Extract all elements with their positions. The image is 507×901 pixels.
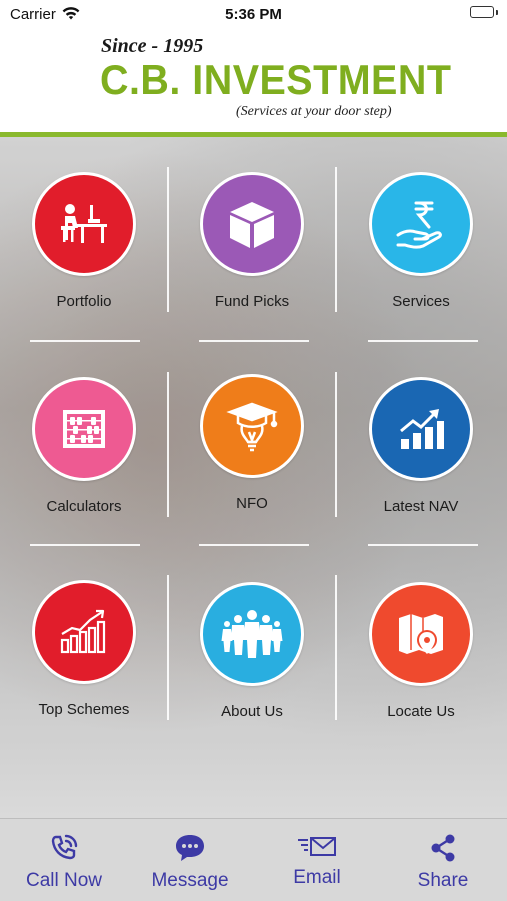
box-icon [200,172,304,276]
map-pin-icon [369,582,473,686]
call-now-button[interactable]: Call Now [1,819,127,901]
tile-latest-nav[interactable]: Latest NAV [349,377,499,552]
tile-label: Services [392,293,450,310]
nav-label: Call Now [25,870,103,891]
since-label: Since - 1995 [101,35,204,57]
brand-logo-text: C.B. INVESTMENT [100,56,452,103]
tile-label: NFO [236,495,268,512]
grid-divider [335,575,337,720]
tile-top-schemes[interactable]: Top Schemes [12,580,162,755]
clock: 5:36 PM [225,6,282,23]
tile-services[interactable]: Services [349,172,499,347]
battery-nub [496,10,498,15]
status-bar: Carrier 5:36 PM [0,0,507,30]
tile-calculators[interactable]: Calculators [12,377,162,552]
email-button[interactable]: Email [254,819,380,901]
tile-label: About Us [221,703,283,720]
team-icon [200,582,304,686]
share-button[interactable]: Share [380,819,506,901]
tile-fund-picks[interactable]: Fund Picks [180,172,330,347]
app-header: Since - 1995 C.B. INVESTMENT (Services a… [0,30,507,133]
grid-divider [335,372,337,517]
rupee-hand-icon [369,172,473,276]
bar-trend-icon [32,580,136,684]
chat-bubble-icon [127,831,253,865]
nav-label: Email [293,867,341,888]
tile-label: Fund Picks [214,293,290,310]
tile-portfolio[interactable]: Portfolio [12,172,162,347]
tile-about-us[interactable]: About Us [180,582,330,757]
menu-grid: Portfolio Fund Picks Services Calculator… [0,137,507,818]
desk-worker-icon [32,172,136,276]
nav-label: Message [151,870,229,891]
tile-label: Calculators [46,498,122,515]
grid-divider [167,575,169,720]
tile-label: Locate Us [387,703,455,720]
envelope-icon [254,829,380,863]
tile-label: Portfolio [56,293,112,310]
bottom-nav-bar: Call Now Message Email Share [0,818,507,901]
graduation-bulb-icon [200,374,304,478]
grid-divider [167,167,169,312]
message-button[interactable]: Message [127,819,253,901]
tile-nfo[interactable]: NFO [180,374,330,549]
phone-icon [1,831,127,865]
tagline: (Services at your door step) [236,104,392,119]
abacus-icon [32,377,136,481]
battery-icon [470,6,494,18]
growth-chart-icon [369,377,473,481]
grid-divider [167,372,169,517]
tile-label: Latest NAV [383,498,459,515]
nav-label: Share [417,870,469,891]
tile-label: Top Schemes [38,701,130,718]
grid-divider [335,167,337,312]
share-icon [380,831,506,865]
tile-locate-us[interactable]: Locate Us [349,582,499,757]
